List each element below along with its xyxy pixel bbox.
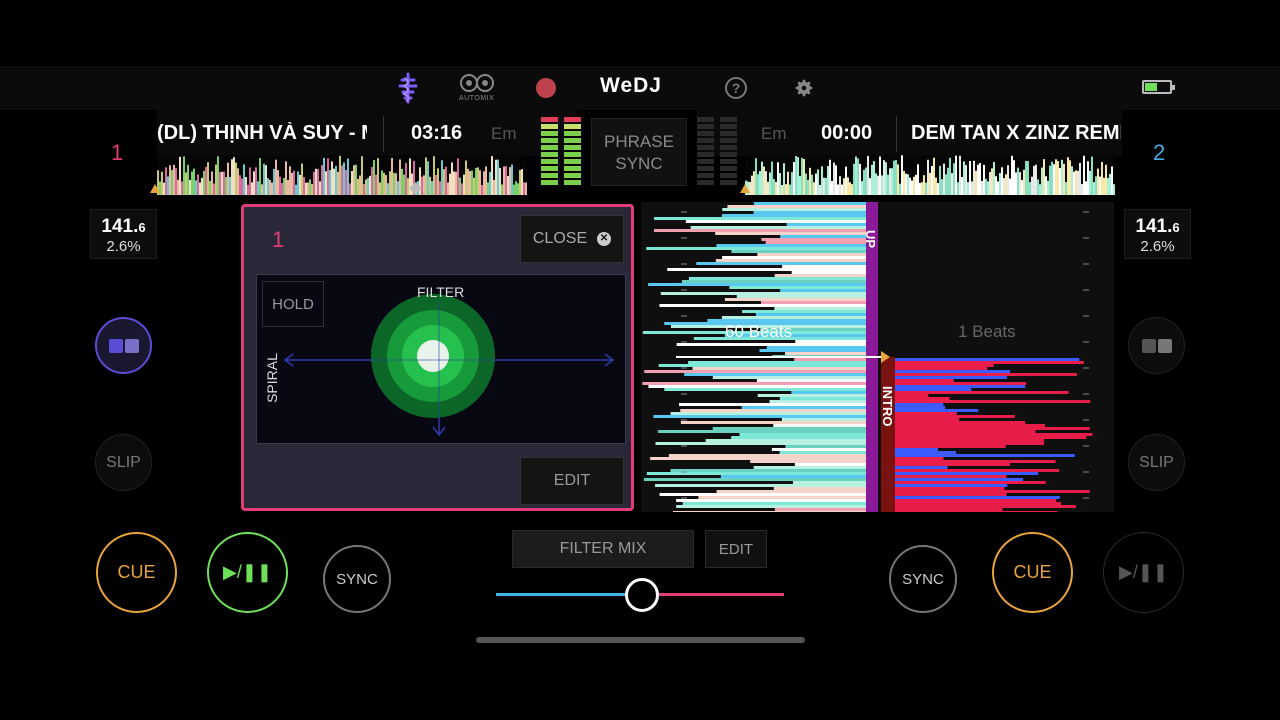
deck2-overview-waveform[interactable] xyxy=(745,155,1115,195)
deck1-bpm-decimal: 6 xyxy=(138,220,146,235)
deck2-bpm-decimal: 6 xyxy=(1172,220,1180,235)
deck1-phrase-label: UP xyxy=(863,230,878,249)
deck1-overview-waveform[interactable] xyxy=(157,155,527,195)
deck2-slip-button[interactable]: SLIP xyxy=(1128,434,1185,491)
deck2-pad-mode-button[interactable] xyxy=(1128,317,1185,374)
deck2-pitch: 2.6% xyxy=(1140,238,1175,255)
deck2-cue-marker xyxy=(740,184,750,193)
deck2-cue-button[interactable]: CUE xyxy=(992,532,1073,613)
deck2-sync-button[interactable]: SYNC xyxy=(889,545,957,613)
deck1-key: Em xyxy=(491,124,517,143)
phrase-sync-label-2: SYNC xyxy=(615,154,663,173)
deck2-time: 00:00 xyxy=(821,122,873,144)
record-icon[interactable] xyxy=(536,78,556,98)
fx-hold-button[interactable]: HOLD xyxy=(262,281,324,327)
crossfader-knob[interactable] xyxy=(625,578,659,612)
waveform-icon[interactable] xyxy=(396,72,420,104)
playhead-marker xyxy=(881,351,890,363)
mix-edit-button[interactable]: EDIT xyxy=(705,530,767,568)
deck1-pitch: 2.6% xyxy=(106,238,141,255)
fx-y-axis-label: SPIRAL xyxy=(263,353,280,403)
deck1-play-pause-button[interactable]: ▶/❚❚ xyxy=(207,532,288,613)
phrase-sync-label-1: PHRASE xyxy=(604,132,674,151)
crossfader-right-track xyxy=(642,593,784,596)
gear-icon[interactable] xyxy=(793,77,815,99)
deck2-phrase-label: INTRO xyxy=(880,386,895,427)
home-indicator[interactable] xyxy=(476,637,805,643)
fx-xy-pad[interactable]: HOLD FILTER SPIRAL xyxy=(256,274,626,444)
pad-mode-icon xyxy=(1141,338,1172,353)
deck1-cue-marker xyxy=(150,184,160,193)
deck2-level-meter xyxy=(697,117,737,185)
playhead-line xyxy=(676,356,881,358)
deck1-slip-button[interactable]: SLIP xyxy=(95,434,152,491)
filter-mix-button[interactable]: FILTER MIX xyxy=(512,530,694,568)
fx-panel: 1 CLOSE ✕ HOLD FILTER SPIRAL EDIT xyxy=(241,204,634,511)
crossfader-left-track xyxy=(496,593,642,596)
fx-close-button[interactable]: CLOSE ✕ xyxy=(520,215,624,263)
fx-edit-button[interactable]: EDIT xyxy=(520,457,624,505)
close-icon: ✕ xyxy=(597,232,612,246)
deck1-beats-label: 60 Beats xyxy=(725,322,793,341)
deck2-play-pause-button[interactable]: ▶/❚❚ xyxy=(1103,532,1184,613)
deck1-bpm-display[interactable]: 141.6 2.6% xyxy=(90,209,157,259)
deck1-track-title[interactable]: (DL) THỊNH VÀ SUY - MỘ xyxy=(157,122,367,145)
fx-panel-deck-number: 1 xyxy=(272,227,285,252)
battery-icon xyxy=(1142,80,1175,94)
phrase-sync-button[interactable]: PHRASE SYNC xyxy=(591,118,687,186)
deck2-track-title[interactable]: DEM TAN X ZINZ REMIX xyxy=(911,122,1121,145)
deck2-key: Em xyxy=(761,124,787,143)
deck1-pad-mode-button[interactable] xyxy=(95,317,152,374)
fx-x-axis-label: FILTER xyxy=(417,284,465,300)
app-logo: WeDJ xyxy=(600,74,662,97)
deck1-level-meter xyxy=(541,117,581,185)
close-label: CLOSE xyxy=(532,230,588,247)
deck2-number: 2 xyxy=(1153,140,1166,165)
deck2-divider xyxy=(896,116,897,152)
deck1-time: 03:16 xyxy=(411,122,463,144)
automix-icon[interactable] xyxy=(459,72,495,94)
deck2-bpm: 141. xyxy=(1135,216,1173,237)
deck1-divider xyxy=(383,116,384,152)
waveform-display[interactable]: UP INTRO 60 Beats 1 Beats xyxy=(641,202,1114,512)
deck1-bpm: 141. xyxy=(101,216,139,237)
deck2-bpm-display[interactable]: 141.6 2.6% xyxy=(1124,209,1191,259)
help-icon[interactable]: ? xyxy=(725,77,747,99)
deck1-number: 1 xyxy=(111,140,124,165)
pad-mode-icon xyxy=(108,338,139,353)
deck1-cue-button[interactable]: CUE xyxy=(96,532,177,613)
deck2-beats-label: 1 Beats xyxy=(958,322,1016,341)
automix-label: AUTOMIX xyxy=(459,95,495,102)
deck2-phrase-bar xyxy=(881,357,895,512)
deck1-sync-button[interactable]: SYNC xyxy=(323,545,391,613)
